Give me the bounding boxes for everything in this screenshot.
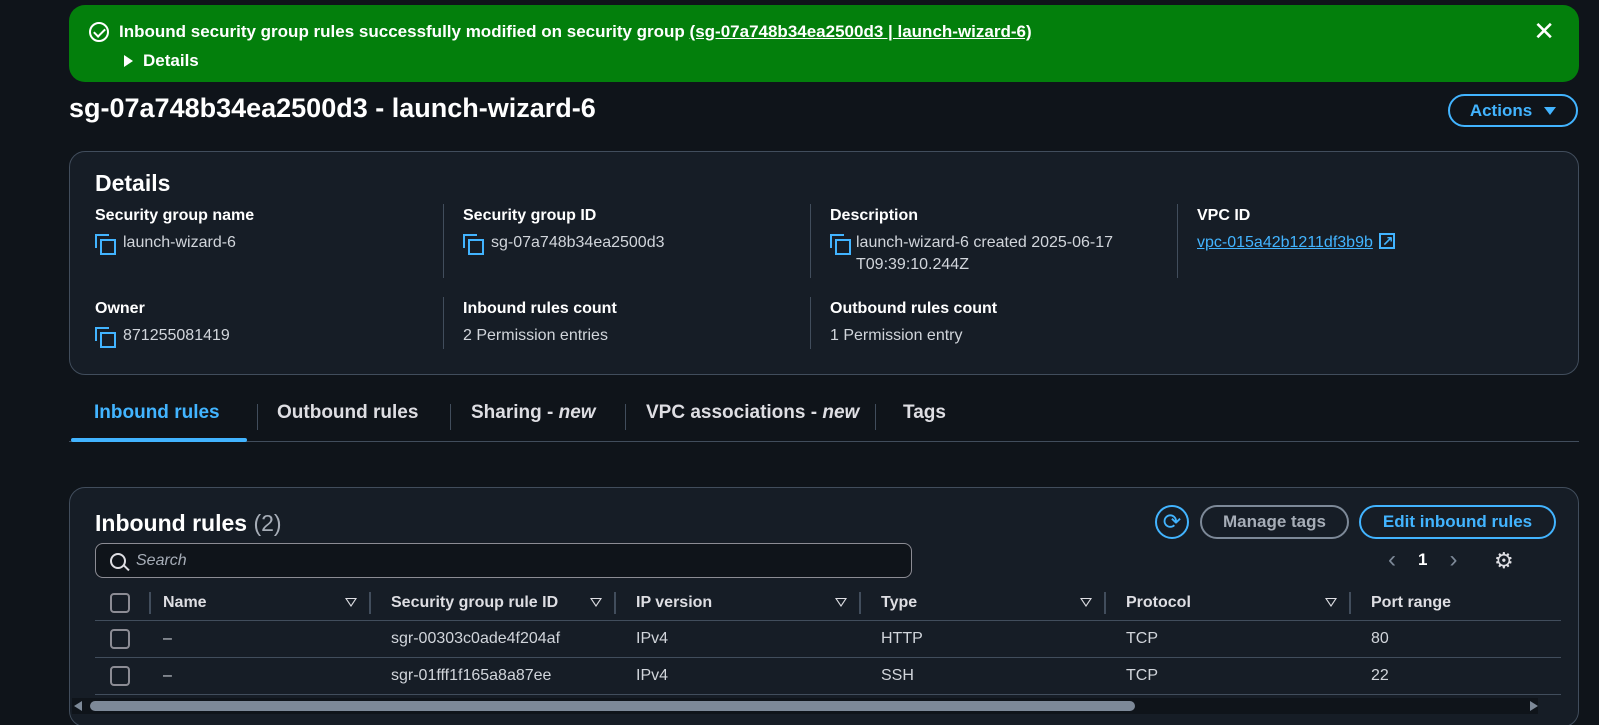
table-row[interactable]: – sgr-01fff1f165a8a87ee IPv4 SSH TCP 22 (95, 657, 1561, 695)
chevron-right-icon[interactable]: › (1449, 546, 1457, 574)
tab-divider (257, 404, 258, 430)
gear-icon[interactable]: ⚙ (1494, 548, 1514, 574)
chevron-left-icon[interactable]: ‹ (1388, 546, 1396, 574)
sg-id-field: Security group ID sg-07a748b34ea2500d3 (463, 207, 665, 255)
horizontal-scrollbar[interactable] (72, 698, 1538, 714)
actions-button[interactable]: Actions (1448, 94, 1578, 127)
divider (443, 297, 444, 349)
table-row[interactable]: – sgr-00303c0ade4f204af IPv4 HTTP TCP 80 (95, 620, 1561, 658)
column-header-port-range[interactable]: Port range (1351, 586, 1561, 621)
rules-table: Name Security group rule ID IP version T… (95, 586, 1561, 695)
tab-outbound-rules[interactable]: Outbound rules (277, 402, 418, 424)
copy-icon[interactable] (463, 234, 484, 255)
external-link-icon[interactable] (1378, 230, 1395, 252)
scrollbar-thumb[interactable] (90, 701, 1135, 711)
tab-divider (450, 404, 451, 430)
description-field: Description launch-wizard-6 created 2025… (830, 207, 1114, 273)
pagination: ‹ 1 › (1388, 546, 1457, 574)
vpc-id-link[interactable]: vpc-015a42b1211df3b9b (1197, 234, 1373, 251)
column-header-type[interactable]: Type (861, 586, 1106, 621)
outbound-count-field: Outbound rules count 1 Permission entry (830, 300, 998, 344)
column-header-rule-id[interactable]: Security group rule ID (371, 586, 616, 621)
copy-icon[interactable] (95, 234, 116, 255)
refresh-icon[interactable]: ⟳ (1155, 505, 1189, 539)
edit-inbound-rules-button[interactable]: Edit inbound rules (1359, 505, 1556, 539)
row-checkbox[interactable] (110, 665, 130, 686)
sg-name-field: Security group name launch-wizard-6 (95, 207, 254, 255)
copy-icon[interactable] (830, 234, 851, 255)
search-field[interactable] (95, 543, 912, 578)
tab-vpc-associations[interactable]: VPC associations - new (646, 402, 859, 424)
success-check-icon (89, 22, 109, 42)
details-panel: Details Security group name launch-wizar… (69, 151, 1579, 375)
success-banner: Inbound security group rules successfull… (69, 5, 1579, 82)
sort-icon (345, 598, 357, 608)
inbound-rules-panel: Inbound rules (2) ⟳ Manage tags Edit inb… (69, 487, 1579, 725)
search-input[interactable] (136, 551, 896, 570)
row-checkbox[interactable] (110, 628, 130, 649)
sort-icon (590, 598, 602, 608)
tab-divider (625, 404, 626, 430)
select-all-checkbox[interactable] (110, 592, 130, 613)
table-header-row: Name Security group rule ID IP version T… (95, 586, 1561, 621)
caret-right-icon (124, 55, 133, 67)
select-all-header (95, 586, 151, 621)
divider (810, 297, 811, 349)
banner-message: Inbound security group rules successfull… (119, 22, 1032, 41)
divider (1177, 204, 1178, 278)
sort-icon (835, 598, 847, 608)
column-header-protocol[interactable]: Protocol (1106, 586, 1351, 621)
tab-inbound-rules[interactable]: Inbound rules (94, 402, 220, 424)
close-icon[interactable]: ✕ (1533, 18, 1555, 44)
column-header-ip-version[interactable]: IP version (616, 586, 861, 621)
sort-icon (1080, 598, 1092, 608)
tab-bar: Inbound rules Outbound rules Sharing - n… (69, 396, 1579, 442)
details-heading: Details (95, 170, 171, 196)
column-header-name[interactable]: Name (151, 586, 371, 621)
page-title: sg-07a748b34ea2500d3 - launch-wizard-6 (69, 93, 596, 123)
rules-count: (2) (253, 510, 282, 536)
scroll-left-arrow-icon[interactable] (74, 701, 82, 711)
search-icon (110, 552, 126, 569)
scroll-right-arrow-icon[interactable] (1530, 701, 1538, 711)
inbound-rules-heading: Inbound rules (2) (95, 510, 282, 536)
tab-tags[interactable]: Tags (903, 402, 946, 424)
divider (810, 204, 811, 278)
copy-icon[interactable] (95, 327, 116, 348)
tab-divider (875, 404, 876, 430)
inbound-count-field: Inbound rules count 2 Permission entries (463, 300, 617, 344)
divider (443, 204, 444, 278)
sort-icon (1325, 598, 1337, 608)
banner-sg-link[interactable]: (sg-07a748b34ea2500d3 | launch-wizard-6) (690, 22, 1032, 41)
owner-field: Owner 871255081419 (95, 300, 230, 348)
vpc-id-field: VPC ID vpc-015a42b1211df3b9b (1197, 207, 1395, 254)
manage-tags-button[interactable]: Manage tags (1200, 505, 1349, 539)
banner-details-toggle[interactable]: Details (124, 51, 199, 71)
page-number[interactable]: 1 (1418, 550, 1427, 570)
caret-down-icon (1544, 106, 1557, 115)
active-tab-indicator (71, 438, 247, 442)
tab-sharing[interactable]: Sharing - new (471, 402, 596, 424)
